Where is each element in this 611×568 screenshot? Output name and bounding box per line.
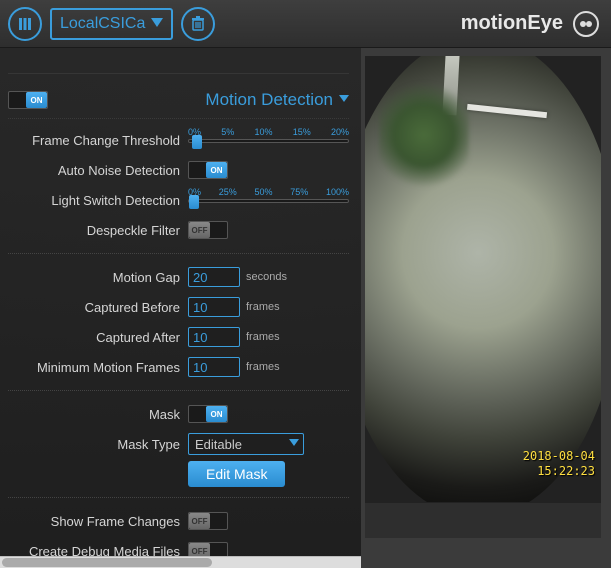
label: Mask Type [8,437,188,452]
label: Light Switch Detection [8,193,188,208]
row-mask: Mask ON [8,401,349,427]
app-title: motionEye [461,12,563,35]
row-frame-change-threshold: Frame Change Threshold 0% 5% 10% 15% 20% [8,127,349,153]
motion-gap-input[interactable] [188,267,240,287]
show-frame-changes-toggle[interactable]: OFF [188,512,228,530]
light-switch-detection-slider[interactable]: 0% 25% 50% 75% 100% [188,187,349,213]
mask-type-select[interactable]: Editable [188,433,304,455]
camera-footer-bar [365,502,601,538]
slider-ticks: 0% 25% 50% 75% 100% [188,187,349,197]
toggle-state-label: ON [206,162,227,178]
divider [8,253,349,254]
row-captured-after: Captured After frames [8,324,349,350]
row-light-switch-detection: Light Switch Detection 0% 25% 50% 75% 10… [8,187,349,213]
motion-detection-toggle[interactable]: ON [8,91,48,109]
row-edit-mask: Edit Mask [8,461,349,487]
label: Auto Noise Detection [8,163,188,178]
label: Captured Before [8,300,188,315]
unit: frames [246,331,280,343]
divider [8,390,349,391]
label: Motion Gap [8,270,188,285]
camera-frame[interactable]: 2018-08-04 15:22:23 [365,56,601,538]
row-captured-before: Captured Before frames [8,294,349,320]
camera-timestamp: 2018-08-04 15:22:23 [523,449,595,480]
unit: frames [246,361,280,373]
horizontal-scrollbar[interactable] [0,556,361,568]
right-topbar: motionEye [361,0,611,48]
toggle-state-label: ON [26,92,47,108]
scrollbar-thumb[interactable] [2,558,212,567]
toggle-state-label: ON [206,406,227,422]
frame-change-threshold-slider[interactable]: 0% 5% 10% 15% 20% [188,127,349,153]
chevron-down-icon [151,15,163,33]
row-show-frame-changes: Show Frame Changes OFF [8,508,349,534]
unit: seconds [246,271,287,283]
timestamp-date: 2018-08-04 [523,449,595,465]
section-header-motion-detection[interactable]: ON Motion Detection [8,84,349,119]
row-mask-type: Mask Type Editable [8,431,349,457]
trash-icon [190,16,206,32]
row-auto-noise-detection: Auto Noise Detection ON [8,157,349,183]
label: Captured After [8,330,188,345]
toggle-state-label: OFF [189,222,210,238]
left-topbar: LocalCSICa [0,0,361,48]
chevron-down-icon [289,439,299,450]
label: Mask [8,407,188,422]
edit-mask-button[interactable]: Edit Mask [188,461,285,487]
auto-noise-detection-toggle[interactable]: ON [188,161,228,179]
min-motion-frames-input[interactable] [188,357,240,377]
captured-before-input[interactable] [188,297,240,317]
camera-container: 2018-08-04 15:22:23 [361,48,611,568]
row-motion-gap: Motion Gap seconds [8,264,349,290]
previous-section-tail [8,56,349,74]
timestamp-time: 15:22:23 [523,464,595,480]
unit: frames [246,301,280,313]
settings-panel: ON Motion Detection Frame Change Thresho… [0,48,361,568]
row-despeckle-filter: Despeckle Filter OFF [8,217,349,243]
menu-button[interactable] [8,7,42,41]
captured-after-input[interactable] [188,327,240,347]
camera-select-label: LocalCSICa [60,15,145,33]
select-value: Editable [195,437,242,452]
chevron-down-icon [339,94,349,106]
slider-ticks: 0% 5% 10% 15% 20% [188,127,349,137]
row-min-motion-frames: Minimum Motion Frames frames [8,354,349,380]
despeckle-filter-toggle[interactable]: OFF [188,221,228,239]
label: Minimum Motion Frames [8,360,188,375]
label: Show Frame Changes [8,514,188,529]
toggle-state-label: OFF [189,513,210,529]
hamburger-icon [16,15,34,33]
divider [8,497,349,498]
camera-select[interactable]: LocalCSICa [50,8,173,40]
delete-camera-button[interactable] [181,7,215,41]
label: Despeckle Filter [8,223,188,238]
label: Frame Change Threshold [8,133,188,148]
section-title: Motion Detection [205,90,333,110]
mask-toggle[interactable]: ON [188,405,228,423]
owl-icon [573,11,599,37]
